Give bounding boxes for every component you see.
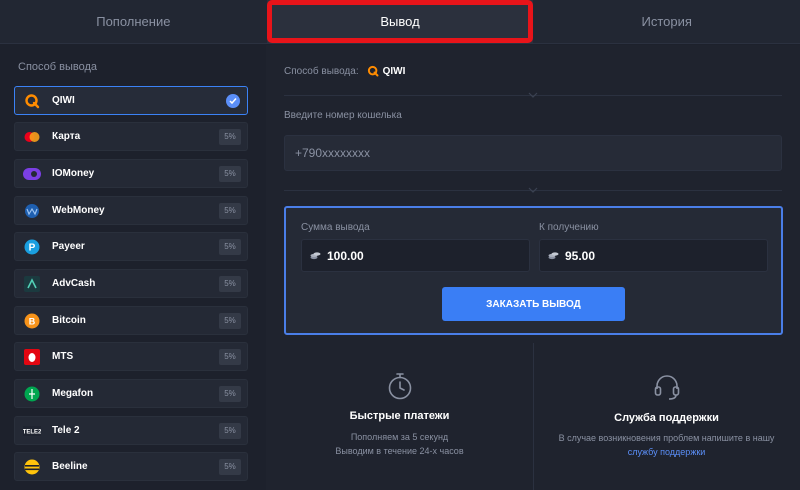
beeline-icon: [21, 456, 43, 478]
fee-badge: 5%: [219, 385, 241, 402]
selected-method-line: Способ вывода: QIWI: [284, 65, 405, 77]
method-label: IOMoney: [52, 168, 95, 179]
support-link[interactable]: службу поддержки: [542, 445, 791, 459]
amount-value: 100.00: [327, 248, 364, 263]
bitcoin-icon: B: [21, 310, 43, 332]
mts-icon: [21, 346, 43, 368]
tab-bar: Пополнение Вывод История: [0, 0, 800, 44]
method-card[interactable]: Карта 5%: [14, 122, 248, 151]
webmoney-icon: [21, 200, 43, 222]
method-label: Beeline: [52, 461, 88, 472]
method-label: AdvCash: [52, 278, 96, 289]
tab-history[interactable]: История: [533, 0, 800, 43]
sidebar-title: Способ вывода: [18, 61, 97, 73]
selected-method-label: Способ вывода:: [284, 65, 359, 77]
method-iomoney[interactable]: IOMoney 5%: [14, 159, 248, 188]
receive-value: 95.00: [565, 248, 596, 263]
method-label: Tele 2: [52, 425, 80, 436]
check-icon: [226, 93, 240, 108]
wallet-input[interactable]: [284, 135, 782, 171]
payeer-icon: P: [21, 236, 43, 258]
selected-method-value: QIWI: [367, 65, 406, 77]
method-label: Карта: [52, 131, 81, 142]
fast-payments-line1: Пополняем за 5 секунд: [350, 432, 449, 442]
fee-badge: 5%: [219, 128, 241, 145]
svg-text:B: B: [29, 316, 36, 326]
chevron-down-icon: [528, 92, 538, 98]
fee-badge: 5%: [219, 275, 241, 292]
amount-label: Сумма вывода: [301, 222, 370, 233]
fast-payments-block: Быстрые платежи Пополняем за 5 секунд Вы…: [275, 340, 524, 490]
fee-badge: 5%: [219, 238, 241, 255]
method-webmoney[interactable]: WebMoney 5%: [14, 196, 248, 225]
qiwi-icon: [21, 90, 43, 112]
svg-text:TELE2: TELE2: [23, 429, 41, 435]
method-megafon[interactable]: Megafon 5%: [14, 379, 248, 408]
qiwi-icon: [367, 65, 379, 77]
method-payeer[interactable]: P Payeer 5%: [14, 232, 248, 261]
method-beeline[interactable]: Beeline 5%: [14, 452, 248, 481]
fee-badge: 5%: [219, 165, 241, 182]
advcash-icon: [21, 273, 43, 295]
coins-icon: [310, 250, 321, 261]
megafon-icon: [21, 383, 43, 405]
fee-badge: 5%: [219, 312, 241, 329]
support-text: В случае возникновения проблем напишите …: [558, 433, 775, 443]
receive-label: К получению: [539, 222, 599, 233]
coins-icon: [548, 250, 559, 261]
method-label: Payeer: [52, 241, 85, 252]
method-label: Bitcoin: [52, 315, 86, 326]
support-block: Служба поддержки В случае возникновения …: [542, 340, 791, 490]
card-icon: [21, 126, 43, 148]
wallet-label: Введите номер кошелька: [284, 110, 402, 121]
receive-field: 95.00: [539, 239, 768, 272]
fee-badge: 5%: [219, 202, 241, 219]
selected-method-name: QIWI: [382, 65, 406, 77]
method-mts[interactable]: MTS 5%: [14, 342, 248, 371]
fee-badge: 5%: [219, 348, 241, 365]
tele2-icon: TELE2: [21, 420, 43, 442]
method-label: MTS: [52, 351, 74, 362]
svg-text:P: P: [29, 242, 36, 253]
order-withdraw-button[interactable]: ЗАКАЗАТЬ ВЫВОД: [442, 287, 625, 321]
method-advcash[interactable]: AdvCash 5%: [14, 269, 248, 298]
fee-badge: 5%: [219, 458, 241, 475]
withdraw-form: Способ вывода: QIWI Введите номер кошель…: [266, 45, 800, 490]
fee-badge: 5%: [219, 422, 241, 439]
amount-field[interactable]: 100.00: [301, 239, 530, 272]
fast-payments-title: Быстрые платежи: [349, 410, 450, 422]
method-qiwi[interactable]: QIWI: [14, 86, 248, 115]
method-bitcoin[interactable]: B Bitcoin 5%: [14, 306, 248, 335]
method-tele2[interactable]: TELE2 Tele 2 5%: [14, 416, 248, 445]
method-label: Megafon: [52, 388, 94, 399]
headset-icon: [654, 375, 679, 400]
tab-withdraw[interactable]: Вывод: [266, 0, 534, 43]
stopwatch-icon: [388, 373, 411, 400]
chevron-down-icon: [528, 187, 538, 193]
fast-payments-line2: Выводим в течение 24-х часов: [335, 446, 464, 456]
support-title: Служба поддержки: [614, 412, 719, 424]
amount-panel: Сумма вывода 100.00 К получению 95.00 ЗА…: [284, 206, 783, 335]
iomoney-icon: [21, 163, 43, 185]
method-label: WebMoney: [52, 205, 105, 216]
withdraw-method-sidebar: Способ вывода QIWI Карта 5% IOMoney 5% W…: [0, 45, 265, 490]
divider: [533, 343, 534, 490]
tab-deposit[interactable]: Пополнение: [0, 0, 267, 43]
method-label: QIWI: [52, 95, 75, 106]
